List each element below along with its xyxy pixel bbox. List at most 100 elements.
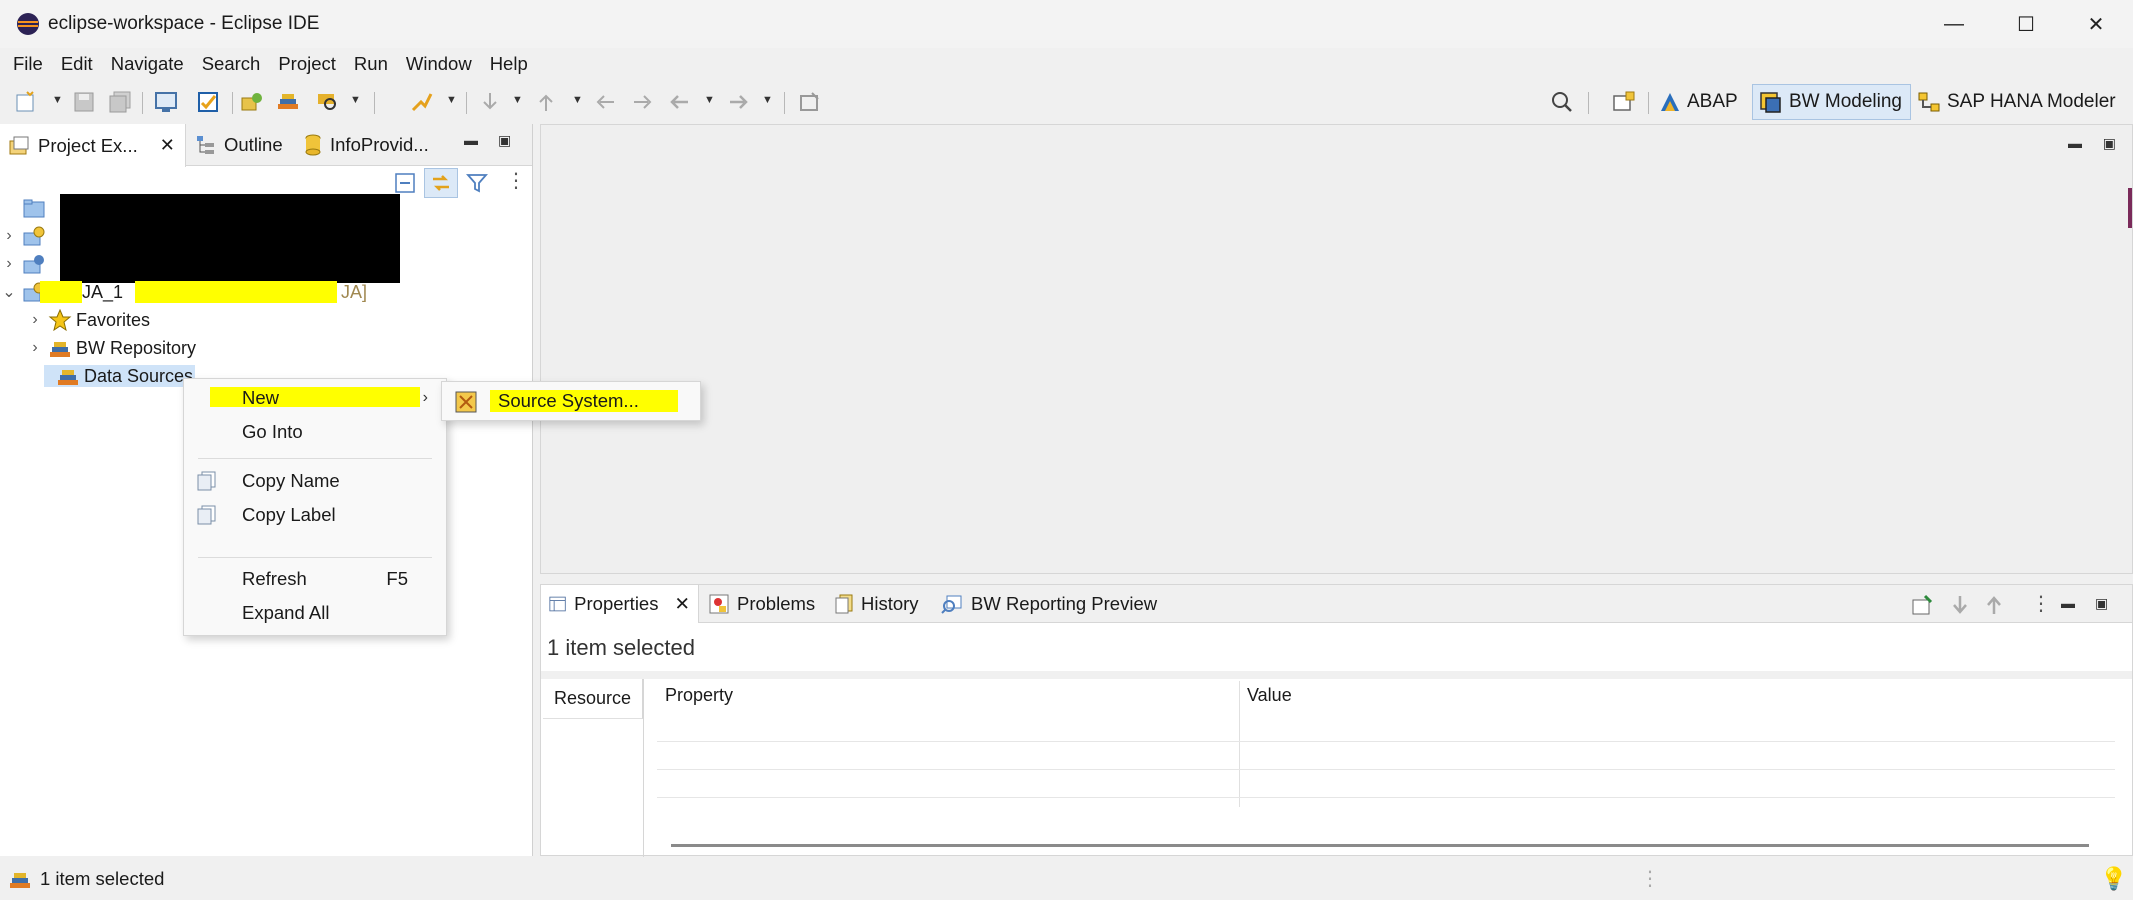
new-dropdown-icon[interactable]: ▼ [52, 94, 63, 106]
forward-icon[interactable] [726, 90, 750, 114]
menu-item-copy-label[interactable]: Copy Label [184, 499, 446, 531]
tab-project-explorer[interactable]: Project Ex... ✕ [0, 124, 186, 167]
open-perspective-icon[interactable] [1612, 90, 1636, 114]
collapse-all-icon[interactable] [394, 172, 416, 194]
save-icon[interactable] [72, 90, 96, 114]
minimize-editor-icon[interactable]: ▬ [2068, 135, 2082, 151]
minimize-view-icon[interactable]: ▬ [2061, 595, 2075, 611]
last-edit-location-icon[interactable] [594, 90, 618, 114]
menu-item-copy-name[interactable]: Copy Name [184, 465, 446, 497]
column-header-property[interactable]: Property [665, 685, 733, 706]
close-window-button[interactable]: ✕ [2060, 0, 2132, 48]
menu-search[interactable]: Search [193, 53, 270, 75]
tab-properties[interactable]: Properties ✕ [541, 585, 699, 623]
previous-annotation-dropdown-icon[interactable]: ▼ [572, 94, 583, 106]
expand-icon[interactable]: › [26, 339, 44, 357]
filter-icon[interactable] [466, 172, 488, 194]
link-with-editor-button[interactable] [424, 168, 458, 198]
tab-history[interactable]: History [827, 585, 927, 623]
menu-run[interactable]: Run [345, 53, 397, 75]
menu-help[interactable]: Help [481, 53, 537, 75]
back-icon[interactable] [668, 90, 692, 114]
editor-edge-marker [2128, 188, 2132, 228]
next-annotation-dropdown-icon[interactable]: ▼ [512, 94, 523, 106]
lightbulb-icon[interactable]: 💡 [2100, 866, 2127, 892]
minimize-view-icon[interactable]: ▬ [464, 132, 478, 148]
tree-row-project-3[interactable]: ⌄ JA_1 JA] [0, 278, 367, 306]
arrow-up-icon[interactable] [1983, 594, 2005, 616]
column-header-value[interactable]: Value [1247, 685, 1292, 706]
close-icon[interactable]: ✕ [160, 135, 175, 156]
tree-row-data-sources[interactable]: Data Sources [44, 362, 196, 390]
run-dropdown-icon[interactable]: ▼ [446, 94, 457, 106]
save-all-icon[interactable] [108, 90, 132, 114]
menu-item-refresh[interactable]: Refresh F5 [184, 563, 446, 595]
maximize-button[interactable]: ☐ [1990, 0, 2062, 48]
menu-edit[interactable]: Edit [52, 53, 102, 75]
maximize-editor-icon[interactable]: ▣ [2103, 135, 2116, 152]
tree-row-project-2[interactable]: › [0, 250, 50, 278]
next-annotation-icon[interactable] [478, 90, 502, 114]
project-name: JA_1 [82, 281, 124, 302]
expand-icon[interactable]: › [26, 311, 44, 329]
menu-file[interactable]: File [4, 53, 52, 75]
expand-icon[interactable]: › [0, 255, 18, 273]
perspective-sap-hana-modeler[interactable]: SAP HANA Modeler [1910, 84, 2125, 120]
perspective-abap[interactable]: ABAP [1652, 84, 1747, 120]
maximize-view-icon[interactable]: ▣ [498, 132, 511, 149]
menu-navigate[interactable]: Navigate [102, 53, 193, 75]
forward-edit-icon[interactable] [630, 90, 654, 114]
menu-item-source-system-label: Source System... [498, 390, 639, 411]
open-abap-object-icon[interactable] [196, 90, 220, 114]
expand-icon[interactable]: › [0, 227, 18, 245]
maximize-view-icon[interactable]: ▣ [2095, 595, 2108, 612]
menu-item-expand-all[interactable]: Expand All [184, 597, 446, 629]
tab-outline[interactable]: Outline [188, 124, 291, 166]
tab-history-label: History [861, 593, 919, 614]
perspective-bw-modeling[interactable]: BW Modeling [1752, 84, 1911, 120]
search-icon[interactable] [1550, 90, 1574, 114]
tree-row-favorites[interactable]: › Favorites [26, 306, 150, 334]
horizontal-scrollbar[interactable] [671, 844, 2089, 847]
view-menu-icon[interactable]: ⋮ [2031, 591, 2051, 616]
close-icon[interactable]: ✕ [674, 593, 690, 615]
window-title: eclipse-workspace - Eclipse IDE [48, 13, 320, 34]
editor-area: ▬ ▣ [540, 124, 2133, 574]
tab-resource-label: Resource [553, 688, 632, 708]
previous-annotation-icon[interactable] [534, 90, 558, 114]
tree-row-bw-repository[interactable]: › BW Repository [26, 334, 196, 362]
menu-item-go-into[interactable]: Go Into [184, 416, 446, 448]
tab-resource[interactable]: Resource [543, 679, 643, 719]
forward-dropdown-icon[interactable]: ▼ [762, 94, 773, 106]
tree-label-bw-repository: BW Repository [76, 337, 197, 358]
arrow-down-icon[interactable] [1949, 594, 1971, 616]
view-menu-icon[interactable]: ⋮ [506, 168, 526, 193]
tab-bw-reporting-preview[interactable]: BW Reporting Preview [933, 585, 1165, 623]
tree-row-workspace[interactable] [0, 194, 50, 222]
folder-icon [23, 199, 45, 218]
collapse-icon[interactable]: ⌄ [0, 282, 18, 302]
tree-row-project-1[interactable]: › [0, 222, 50, 250]
search-bw-object-icon[interactable] [316, 90, 340, 114]
menu-project[interactable]: Project [269, 53, 345, 75]
refresh-shortcut: F5 [386, 568, 408, 589]
menu-item-source-system[interactable]: Source System... [442, 385, 700, 417]
grid-line [657, 797, 2115, 798]
minimize-button[interactable]: — [1918, 0, 1990, 48]
back-dropdown-icon[interactable]: ▼ [704, 94, 715, 106]
header-divider [541, 671, 2132, 679]
run-icon[interactable] [410, 90, 434, 114]
pin-editor-icon[interactable] [798, 90, 822, 114]
menu-item-new[interactable]: New › [184, 382, 446, 414]
new-icon[interactable] [14, 90, 38, 114]
menu-window[interactable]: Window [397, 53, 481, 75]
tab-problems[interactable]: Problems [701, 585, 823, 623]
bw-project-icon[interactable] [240, 90, 264, 114]
menu-item-new-label: New [242, 387, 280, 408]
tab-infoprovider[interactable]: InfoProvid... [296, 124, 437, 166]
pin-to-selection-icon[interactable] [1911, 594, 1933, 616]
bw-search-dropdown-icon[interactable]: ▼ [350, 94, 361, 106]
bw-project-icon [23, 255, 44, 274]
open-console-icon[interactable] [154, 90, 178, 114]
bw-repository-toolbar-icon[interactable] [276, 90, 300, 114]
